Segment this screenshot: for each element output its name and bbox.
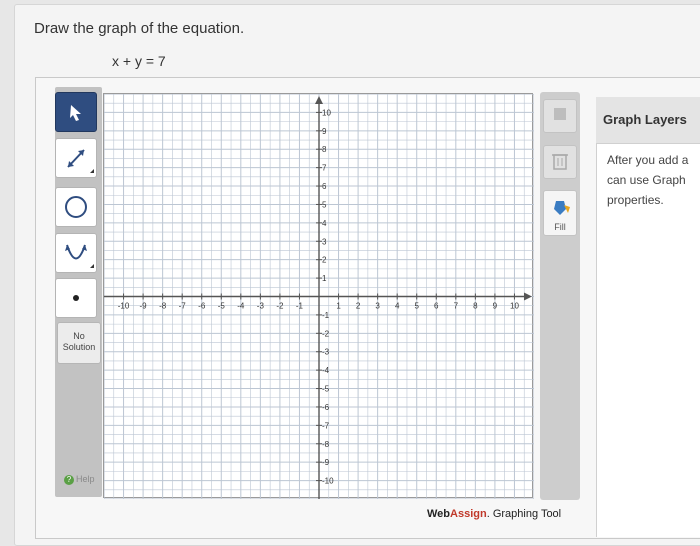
x-tick-label: -6 (198, 302, 206, 311)
x-tick-label: -10 (118, 302, 130, 311)
trash-icon (552, 154, 568, 170)
x-tick-label: -4 (237, 302, 245, 311)
graph-layers-description: After you add a can use Graph properties… (607, 153, 689, 207)
x-tick-label: -7 (179, 302, 187, 311)
x-tick-label: 6 (434, 302, 439, 311)
webassign-brand: WebAssign. Graphing Tool (427, 508, 561, 520)
circle-tool-button[interactable] (55, 187, 97, 227)
brand-suffix: . Graphing Tool (486, 508, 562, 520)
pointer-icon (70, 105, 81, 121)
line-icon (67, 149, 94, 173)
x-tick-label: 7 (454, 302, 459, 311)
y-tick-label: 8 (322, 145, 327, 154)
fill-label: Fill (554, 222, 566, 232)
x-tick-label: 2 (356, 302, 361, 311)
x-tick-label: 10 (510, 302, 519, 311)
delete-button[interactable] (543, 145, 577, 179)
x-tick-label: -3 (257, 302, 265, 311)
y-tick-label: 2 (322, 256, 327, 265)
point-tool-button[interactable] (55, 278, 97, 318)
graph-layers-button[interactable] (543, 99, 577, 133)
point-icon (73, 295, 79, 301)
y-tick-label: -5 (322, 385, 330, 394)
fill-bucket-icon (554, 201, 570, 215)
brand-assign: Assign (450, 508, 487, 520)
y-tick-label: 6 (322, 182, 327, 191)
y-tick-label: 1 (322, 274, 327, 283)
no-solution-button[interactable]: No Solution (57, 322, 101, 364)
x-tick-label: 3 (375, 302, 380, 311)
y-tick-label: -10 (322, 477, 334, 486)
circle-icon (65, 196, 87, 218)
x-tick-label: -2 (276, 302, 284, 311)
question-equation: x + y = 7 (112, 53, 166, 69)
layers-icon (554, 108, 566, 120)
y-tick-label: -4 (322, 366, 330, 375)
help-icon: ? (64, 474, 74, 485)
brand-web: Web (427, 508, 451, 520)
y-tick-label: 9 (322, 127, 327, 136)
y-tick-label: 5 (322, 200, 327, 209)
y-tick-label: 4 (322, 219, 327, 228)
x-tick-label: -1 (296, 302, 304, 311)
line-tool-button[interactable] (55, 138, 97, 178)
parabola-icon (65, 244, 94, 268)
y-tick-label: -8 (322, 440, 330, 449)
y-tick-label: -9 (322, 458, 330, 467)
x-tick-label: 8 (473, 302, 478, 311)
x-tick-label: 9 (493, 302, 498, 311)
y-axis-arrow (315, 96, 323, 104)
y-tick-label: -3 (322, 348, 330, 357)
graph-layers-title: Graph Layers (603, 112, 687, 127)
fill-button[interactable]: Fill (543, 190, 577, 236)
parabola-tool-button[interactable] (55, 233, 97, 273)
help-link[interactable]: ? Help (64, 474, 95, 485)
help-label: Help (76, 474, 95, 484)
x-tick-label: -8 (159, 302, 167, 311)
y-tick-label: -6 (322, 403, 330, 412)
x-tick-label: -5 (218, 302, 226, 311)
question-instruction: Draw the graph of the equation. (34, 20, 245, 37)
y-tick-label: 3 (322, 237, 327, 246)
pointer-tool-button[interactable] (55, 92, 97, 132)
y-tick-label: 7 (322, 164, 327, 173)
y-tick-label: 10 (322, 108, 331, 117)
y-tick-label: -2 (322, 329, 330, 338)
x-tick-label: 5 (415, 302, 420, 311)
graph-canvas[interactable]: -10 -9 -8 -7 -6 -5 -4 -3 -2 -1 1 2 3 4 5 6 7 8 9 10 10 9 8 7 6 5 4… (103, 93, 534, 499)
x-tick-label: -9 (140, 302, 148, 311)
coordinate-grid[interactable]: -10 -9 -8 -7 -6 -5 -4 -3 -2 -1 1 2 3 4 5 6 7 8 9 10 10 9 8 7 6 5 4… (104, 94, 534, 499)
x-axis-arrow (524, 292, 532, 301)
y-tick-label: -7 (322, 421, 330, 430)
x-tick-label: 1 (336, 302, 341, 311)
x-tick-label: 4 (395, 302, 400, 311)
y-tick-label: -1 (322, 311, 330, 320)
